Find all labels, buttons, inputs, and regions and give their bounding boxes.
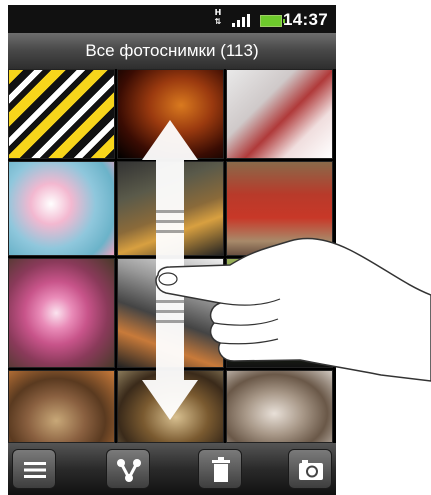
share-icon [117, 459, 141, 482]
share-button[interactable] [106, 449, 150, 489]
status-bar: H ⇅ 14:37 [8, 5, 336, 33]
page-title: Все фотоснимки (113) [8, 33, 336, 69]
thumbnail-red-white-graphic[interactable] [226, 69, 333, 159]
trash-icon [212, 457, 230, 482]
camera-button[interactable] [288, 449, 332, 489]
signal-strength-icon [232, 12, 254, 27]
menu-button[interactable] [12, 449, 56, 489]
camera-icon [299, 460, 323, 480]
data-arrows: ⇅ [214, 17, 222, 26]
thumbnail-abstract-yellow-lines[interactable] [8, 69, 115, 159]
battery-icon [260, 15, 285, 27]
thumbnail-kitten-1[interactable] [8, 370, 115, 443]
status-time: 14:37 [283, 10, 328, 29]
thumbnail-pink-rose[interactable] [8, 258, 115, 368]
network-type-label: H [214, 8, 222, 17]
thumbnail-crest-illustration[interactable] [8, 161, 115, 256]
bottom-toolbar [8, 443, 336, 495]
hand-pointer-icon [155, 237, 431, 382]
delete-button[interactable] [198, 449, 242, 489]
data-activity-icon: H ⇅ [212, 8, 224, 26]
menu-icon [24, 462, 46, 478]
